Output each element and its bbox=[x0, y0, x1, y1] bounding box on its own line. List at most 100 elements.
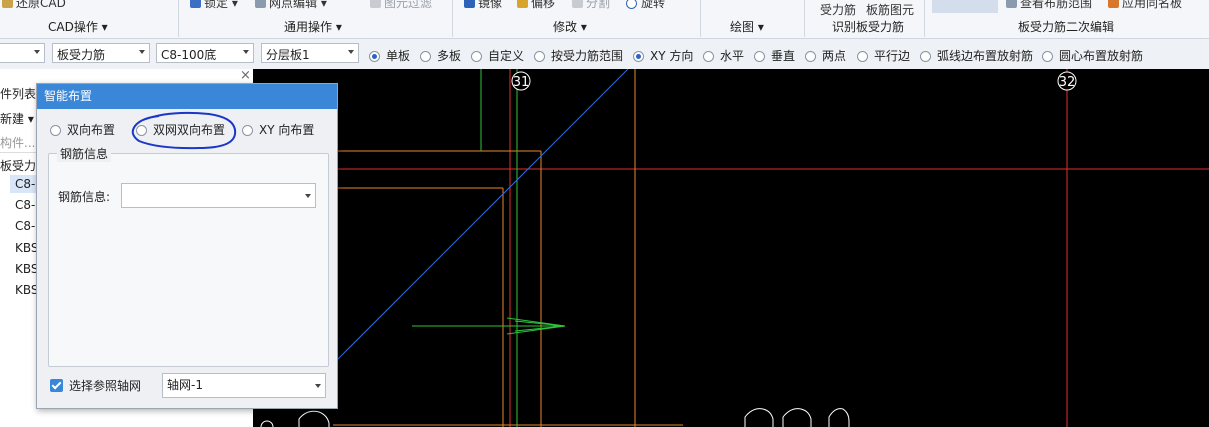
apply-same-name-button[interactable]: 应用同名板 bbox=[1108, 0, 1182, 11]
radio-dot-icon bbox=[857, 51, 868, 62]
slab-force-second-edit-group: 板受力筋二次编辑 bbox=[1018, 20, 1115, 34]
radio-two-points[interactable]: 两点 bbox=[805, 47, 846, 64]
draw-group[interactable]: 绘图 ▾ bbox=[730, 18, 764, 35]
radio-dot-icon bbox=[703, 51, 714, 62]
modify-group[interactable]: 修改 ▾ bbox=[553, 18, 587, 35]
identify-slab-force-group: 识别板受力筋 bbox=[832, 20, 905, 34]
radio-bidirectional[interactable]: 双向布置 bbox=[50, 121, 115, 138]
restore-cad-button[interactable]: 还原CAD bbox=[2, 0, 66, 11]
list-item[interactable]: C8- bbox=[15, 177, 35, 191]
checkbox-checked-icon bbox=[50, 379, 63, 392]
ribbon: 还原CAD CAD操作 ▾ 锁定 ▾ 网点编辑 ▾ 图元过滤 通用操作 ▾ 镜像… bbox=[0, 0, 1209, 39]
ribbon-separator bbox=[924, 0, 925, 37]
split-button[interactable]: 分割 bbox=[572, 0, 610, 11]
ribbon-separator bbox=[178, 0, 179, 37]
radio-dot-icon bbox=[242, 125, 253, 136]
lock-icon bbox=[190, 0, 201, 8]
radio-center-radial[interactable]: 圆心布置放射筋 bbox=[1042, 47, 1143, 64]
layer-combo[interactable]: 分层板1 bbox=[261, 43, 359, 63]
ribbon-separator bbox=[804, 0, 805, 37]
rebar-info-group: 钢筋信息 钢筋信息: bbox=[48, 145, 329, 367]
cad-drawing: 31 32 bbox=[260, 69, 1209, 427]
list-item[interactable]: KBS bbox=[15, 262, 39, 276]
radio-xy-layout[interactable]: XY 向布置 bbox=[242, 121, 314, 138]
ribbon-separator bbox=[452, 0, 453, 37]
offset-icon bbox=[517, 0, 528, 8]
ribbon-highlight bbox=[932, 0, 998, 13]
view-layout-range-button[interactable]: 查看布筋范围 bbox=[1006, 0, 1092, 11]
radio-horizontal[interactable]: 水平 bbox=[703, 47, 744, 64]
rotate-button[interactable]: 旋转 bbox=[626, 0, 665, 11]
radio-dot-icon bbox=[369, 51, 380, 62]
annotation-circle bbox=[131, 111, 237, 150]
radio-dot-icon bbox=[920, 51, 931, 62]
radio-dot-icon bbox=[534, 51, 545, 62]
radio-dot-icon bbox=[50, 125, 61, 136]
cad-ops-group[interactable]: CAD操作 ▾ bbox=[48, 18, 108, 35]
radio-by-range[interactable]: 按受力筋范围 bbox=[534, 47, 623, 64]
slab-rebar-elem-button[interactable]: 板筋图元 bbox=[866, 1, 914, 18]
offset-button[interactable]: 偏移 bbox=[517, 0, 555, 11]
smart-layout-dialog: 智能布置 双向布置 双网双向布置 XY 向布置 钢筋信息 钢筋信息: 选择参照轴… bbox=[36, 83, 338, 409]
list-item[interactable]: C8- bbox=[15, 198, 35, 212]
rebar-info-select[interactable] bbox=[121, 183, 316, 208]
radio-dot-icon bbox=[754, 51, 765, 62]
list-item[interactable]: KBS bbox=[15, 241, 39, 255]
mirror-icon bbox=[464, 0, 475, 8]
radio-single-slab[interactable]: 单板 bbox=[369, 47, 410, 64]
rebar-arrow-head bbox=[514, 325, 566, 332]
list-item[interactable]: KBS bbox=[15, 283, 39, 297]
rebar-info-label: 钢筋信息: bbox=[58, 190, 111, 204]
axis-grid-select[interactable]: 轴网-1 bbox=[162, 373, 326, 398]
lock-button[interactable]: 锁定 ▾ bbox=[190, 0, 238, 11]
outline-shape bbox=[260, 420, 274, 427]
close-icon[interactable]: × bbox=[240, 68, 251, 83]
axis-label-32: 32 bbox=[1059, 75, 1076, 90]
chevron-down-icon bbox=[139, 50, 145, 54]
ribbon-separator bbox=[700, 0, 701, 37]
outline-shape bbox=[828, 408, 850, 427]
outline-shape bbox=[298, 410, 330, 427]
filter-icon bbox=[370, 0, 381, 8]
type-combo[interactable]: 板受力筋 bbox=[52, 43, 150, 63]
group-title: 钢筋信息 bbox=[57, 145, 112, 162]
radio-dot-icon bbox=[471, 51, 482, 62]
radio-multi-slab[interactable]: 多板 bbox=[420, 47, 461, 64]
name-combo[interactable]: C8-100底 bbox=[156, 43, 254, 63]
component-search[interactable]: 构件... bbox=[0, 130, 40, 153]
drawing-canvas[interactable]: 31 32 bbox=[253, 69, 1209, 427]
outline-shape bbox=[744, 408, 774, 427]
radio-arc-radial[interactable]: 弧线边布置放射筋 bbox=[920, 47, 1033, 64]
layer-filter-button[interactable]: 图元过滤 bbox=[370, 0, 432, 11]
axis-edit-button[interactable]: 网点编辑 ▾ bbox=[255, 0, 327, 11]
floor-combo[interactable] bbox=[0, 43, 45, 63]
ref-axis-checkbox[interactable]: 选择参照轴网 bbox=[50, 377, 141, 394]
rebar-arrow-head bbox=[514, 320, 566, 327]
chevron-down-icon bbox=[34, 50, 40, 54]
mirror-button[interactable]: 镜像 bbox=[464, 0, 502, 11]
chevron-down-icon bbox=[305, 194, 311, 198]
range-icon bbox=[1006, 0, 1017, 8]
chevron-down-icon bbox=[315, 384, 321, 388]
restore-icon bbox=[2, 0, 13, 8]
radio-dot-icon bbox=[1042, 51, 1053, 62]
radio-xy-direction[interactable]: XY 方向 bbox=[633, 47, 693, 64]
radio-vertical[interactable]: 垂直 bbox=[754, 47, 795, 64]
apply-icon bbox=[1108, 0, 1119, 8]
radio-parallel-edge[interactable]: 平行边 bbox=[857, 47, 910, 64]
axis-label-31: 31 bbox=[513, 75, 530, 90]
general-ops-group[interactable]: 通用操作 ▾ bbox=[284, 18, 342, 35]
new-button[interactable]: 新建 ▾ bbox=[0, 110, 34, 127]
list-item[interactable]: C8- bbox=[15, 219, 35, 233]
option-bar: 板受力筋 C8-100底 分层板1 单板 多板 自定义 按受力筋范围 XY 方向… bbox=[0, 39, 1209, 70]
split-icon bbox=[572, 0, 583, 8]
radio-custom[interactable]: 自定义 bbox=[471, 47, 524, 64]
chevron-down-icon bbox=[348, 50, 354, 54]
rebar-force-button[interactable]: 受力筋 bbox=[820, 1, 856, 18]
grid-icon bbox=[255, 0, 266, 8]
dialog-title: 智能布置 bbox=[37, 84, 337, 109]
rotate-icon bbox=[626, 0, 637, 9]
radio-dot-icon bbox=[633, 51, 644, 62]
radio-dot-icon bbox=[805, 51, 816, 62]
chevron-down-icon bbox=[243, 50, 249, 54]
